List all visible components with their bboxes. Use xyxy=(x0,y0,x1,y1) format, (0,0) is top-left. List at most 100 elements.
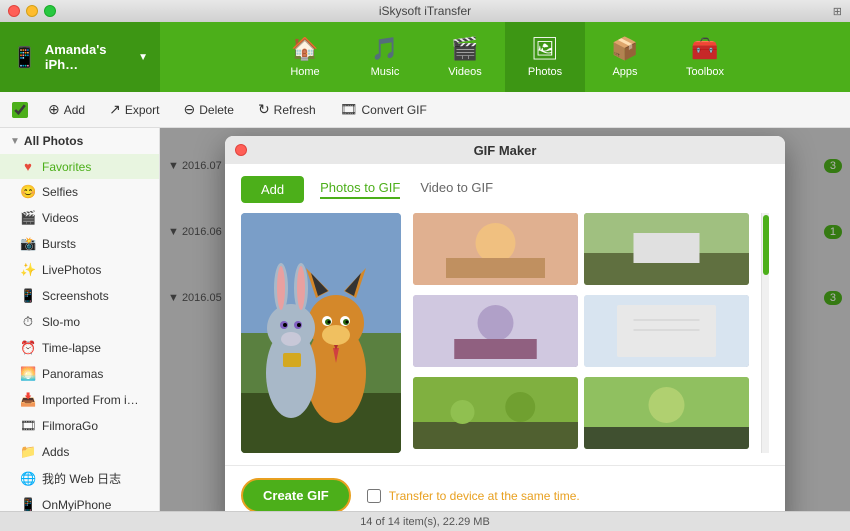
export-button[interactable]: ↗ Export xyxy=(105,99,163,120)
minimize-button[interactable] xyxy=(26,5,38,17)
thumbnail-1[interactable] xyxy=(413,213,578,285)
sidebar-item-bursts[interactable]: 📸 Bursts xyxy=(0,231,159,257)
tab-video-to-gif[interactable]: Video to GIF xyxy=(420,180,493,199)
sidebar-item-adds[interactable]: 📁 Adds xyxy=(0,439,159,465)
toolbox-icon: 🧰 xyxy=(691,36,718,62)
sidebar-item-screenshots[interactable]: 📱 Screenshots xyxy=(0,283,159,309)
bursts-icon: 📸 xyxy=(20,236,36,252)
sidebar-item-favorites[interactable]: ♥ Favorites xyxy=(0,154,159,179)
nav-items: 🏠 Home 🎵 Music 🎬 Videos 🖼 Photos 📦 Apps … xyxy=(160,22,850,92)
nav-item-apps[interactable]: 📦 Apps xyxy=(585,22,665,92)
main-photo-display xyxy=(241,213,401,453)
app-title: iSkysoft iTransfer xyxy=(379,4,471,18)
thumbnail-4[interactable] xyxy=(584,295,749,367)
sidebar-item-timelapse[interactable]: ⏰ Time-lapse xyxy=(0,335,159,361)
export-icon: ↗ xyxy=(109,101,121,118)
sidebar-item-videos[interactable]: 🎬 Videos xyxy=(0,205,159,231)
selfies-icon: 😊 xyxy=(20,184,36,200)
transfer-label: Transfer to device at the same time. xyxy=(389,489,580,503)
thumbnail-5[interactable] xyxy=(413,377,578,449)
filmorago-label: FilmoraGo xyxy=(42,419,147,433)
sidebar-item-onmyiphone[interactable]: 📱 OnMyiPhone xyxy=(0,492,159,511)
sidebar-section-header[interactable]: ▼ All Photos xyxy=(0,128,159,154)
nav-item-videos[interactable]: 🎬 Videos xyxy=(425,22,505,92)
timelapse-label: Time-lapse xyxy=(42,341,147,355)
nav-label-music: Music xyxy=(371,66,400,78)
create-gif-button[interactable]: Create GIF xyxy=(241,478,351,511)
traffic-lights xyxy=(8,5,56,17)
sidebar-item-panoramas[interactable]: 🌅 Panoramas xyxy=(0,361,159,387)
modal-overlay: GIF Maker Add Photos to GIF Video to GIF xyxy=(160,128,850,511)
modal-scrollbar[interactable] xyxy=(761,213,769,453)
modal-add-button[interactable]: Add xyxy=(241,176,304,203)
nav-label-videos: Videos xyxy=(448,66,481,78)
modal-footer: Create GIF Transfer to device at the sam… xyxy=(225,465,785,511)
videos-sidebar-icon: 🎬 xyxy=(20,210,36,226)
livephotos-label: LivePhotos xyxy=(42,263,147,277)
apps-icon: 📦 xyxy=(611,36,638,62)
sidebar-item-imported[interactable]: 📥 Imported From i… xyxy=(0,387,159,413)
sidebar-item-webrizhi[interactable]: 🌐 我的 Web 日志 xyxy=(0,465,159,492)
device-section[interactable]: 📱 Amanda's iPh… ▼ xyxy=(0,22,160,92)
select-all-checkbox[interactable] xyxy=(12,102,28,118)
main-photo-image xyxy=(241,213,401,453)
delete-button[interactable]: ⊖ Delete xyxy=(180,99,238,120)
photos-icon: 🖼 xyxy=(531,36,559,62)
screenshots-label: Screenshots xyxy=(42,289,147,303)
device-icon: 📱 xyxy=(12,45,37,70)
sidebar-item-slomo[interactable]: ⏱ Slo-mo xyxy=(0,309,159,335)
content-area: ▼ 2016.07 3 ▼ 2016.06 1 ▼ 2016.05 xyxy=(160,128,850,511)
onmyiphone-label: OnMyiPhone xyxy=(42,498,147,511)
nav-bar: 📱 Amanda's iPh… ▼ 🏠 Home 🎵 Music 🎬 Video… xyxy=(0,22,850,92)
slomo-label: Slo-mo xyxy=(42,315,147,329)
sidebar-item-livephotos[interactable]: ✨ LivePhotos xyxy=(0,257,159,283)
nav-item-toolbox[interactable]: 🧰 Toolbox xyxy=(665,22,745,92)
modal-close-button[interactable] xyxy=(235,144,247,156)
device-name: Amanda's iPh… xyxy=(45,42,128,72)
section-arrow: ▼ xyxy=(10,136,20,147)
nav-label-home: Home xyxy=(290,66,319,78)
delete-label: Delete xyxy=(199,103,234,117)
modal-top-row: Add Photos to GIF Video to GIF xyxy=(241,176,769,203)
modal-tabs: Photos to GIF Video to GIF xyxy=(320,180,493,199)
close-button[interactable] xyxy=(8,5,20,17)
home-icon: 🏠 xyxy=(291,36,318,62)
transfer-checkbox[interactable] xyxy=(367,489,381,503)
nav-item-home[interactable]: 🏠 Home xyxy=(265,22,345,92)
panoramas-icon: 🌅 xyxy=(20,366,36,382)
status-bar: 14 of 14 item(s), 22.29 MB xyxy=(0,511,850,531)
filmorago-icon: 🎞 xyxy=(20,418,36,434)
thumbnail-2[interactable] xyxy=(584,213,749,285)
refresh-button[interactable]: ↻ Refresh xyxy=(254,99,320,120)
refresh-label: Refresh xyxy=(274,103,316,117)
nav-item-music[interactable]: 🎵 Music xyxy=(345,22,425,92)
delete-icon: ⊖ xyxy=(184,101,196,118)
imported-icon: 📥 xyxy=(20,392,36,408)
livephotos-icon: ✨ xyxy=(20,262,36,278)
add-label: Add xyxy=(64,103,85,117)
imported-label: Imported From i… xyxy=(42,393,147,407)
device-dropdown-arrow[interactable]: ▼ xyxy=(138,52,148,63)
slomo-icon: ⏱ xyxy=(20,314,36,330)
adds-icon: 📁 xyxy=(20,444,36,460)
bursts-label: Bursts xyxy=(42,237,147,251)
thumbnail-3[interactable] xyxy=(413,295,578,367)
gif-icon: 🎞 xyxy=(340,101,358,118)
right-photos-grid xyxy=(413,213,749,453)
sidebar-item-selfies[interactable]: 😊 Selfies xyxy=(0,179,159,205)
maximize-button[interactable] xyxy=(44,5,56,17)
nav-item-photos[interactable]: 🖼 Photos xyxy=(505,22,585,92)
tab-photos-to-gif[interactable]: Photos to GIF xyxy=(320,180,400,199)
videos-sidebar-label: Videos xyxy=(42,211,147,225)
convert-gif-button[interactable]: 🎞 Convert GIF xyxy=(336,99,431,120)
all-photos-label: All Photos xyxy=(24,134,83,148)
add-button[interactable]: ⊕ Add xyxy=(44,99,89,120)
toolbar: ⊕ Add ↗ Export ⊖ Delete ↻ Refresh 🎞 Conv… xyxy=(0,92,850,128)
panoramas-label: Panoramas xyxy=(42,367,147,381)
export-label: Export xyxy=(125,103,160,117)
sidebar-item-filmorago[interactable]: 🎞 FilmoraGo xyxy=(0,413,159,439)
thumbnail-6[interactable] xyxy=(584,377,749,449)
title-bar: iSkysoft iTransfer ⊞ xyxy=(0,0,850,22)
scrollbar-thumb[interactable] xyxy=(763,215,769,275)
nav-label-apps: Apps xyxy=(612,66,637,78)
